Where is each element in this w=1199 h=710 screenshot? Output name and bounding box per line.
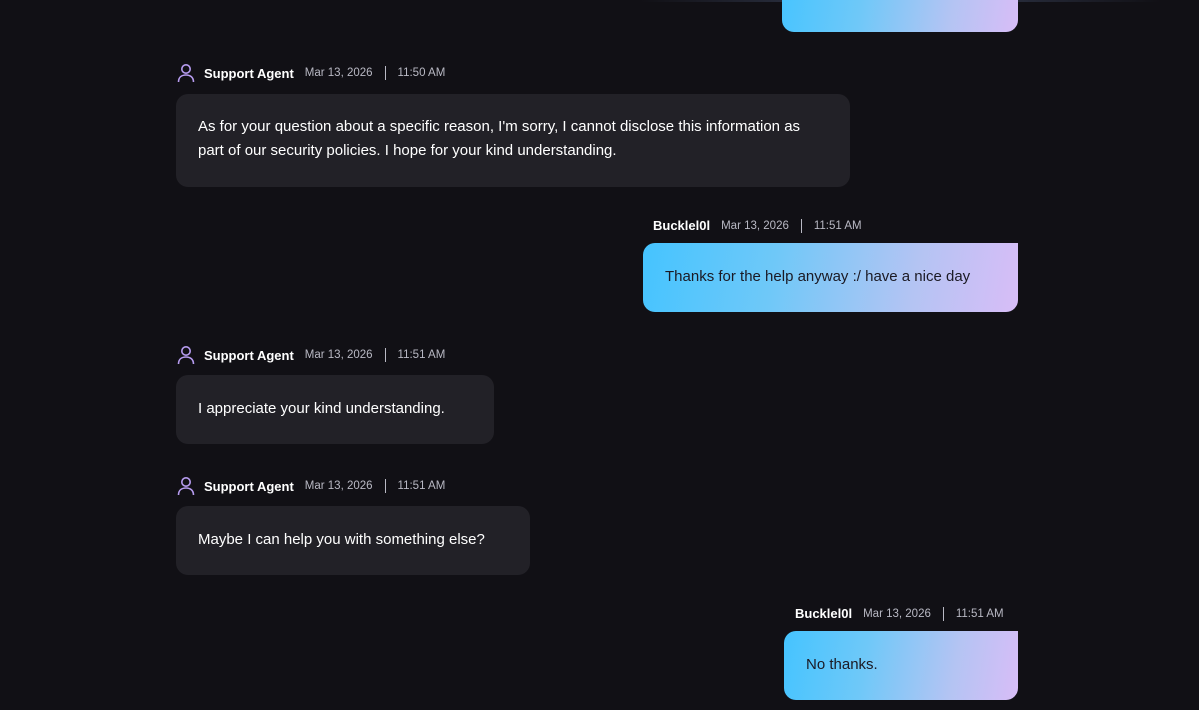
agent-message-bubble: As for your question about a specific re… xyxy=(176,94,850,187)
user-message-bubble: Thanks for the help anyway :/ have a nic… xyxy=(643,243,1018,312)
user-icon xyxy=(177,63,195,83)
message-time: 11:51 AM xyxy=(813,219,862,232)
message-date: Mar 13, 2026 xyxy=(304,480,373,492)
message-time: 11:51 AM xyxy=(955,607,1004,620)
message-date: Mar 13, 2026 xyxy=(863,607,931,620)
meta-separator xyxy=(384,66,386,80)
message-time: 11:51 AM xyxy=(397,349,446,361)
message-date: Mar 13, 2026 xyxy=(304,67,373,79)
chat-transcript: Support Agent Mar 13, 2026 11:50 AM As f… xyxy=(0,0,1199,710)
message-meta: Support Agent Mar 13, 2026 11:51 AM xyxy=(177,345,445,365)
meta-separator xyxy=(942,606,944,621)
meta-separator xyxy=(384,348,386,362)
message-time: 11:50 AM xyxy=(397,67,446,79)
author-name: Bucklel0l xyxy=(795,606,853,621)
meta-separator xyxy=(384,479,386,493)
user-icon xyxy=(177,476,195,496)
author-name: Support Agent xyxy=(204,478,294,494)
message-meta: Bucklel0l Mar 13, 2026 11:51 AM xyxy=(653,218,862,233)
agent-message-bubble: Maybe I can help you with something else… xyxy=(176,506,530,575)
user-message-bubble: No thanks. xyxy=(784,631,1018,700)
message-date: Mar 13, 2026 xyxy=(721,219,789,232)
user-message-bubble-partial xyxy=(782,0,1018,32)
message-date: Mar 13, 2026 xyxy=(304,349,373,361)
message-meta: Bucklel0l Mar 13, 2026 11:51 AM xyxy=(795,606,1004,621)
message-time: 11:51 AM xyxy=(397,480,446,492)
meta-separator xyxy=(800,218,802,233)
message-meta: Support Agent Mar 13, 2026 11:51 AM xyxy=(177,476,445,496)
message-meta: Support Agent Mar 13, 2026 11:50 AM xyxy=(177,63,445,83)
author-name: Support Agent xyxy=(204,347,294,363)
user-icon xyxy=(177,345,195,365)
author-name: Bucklel0l xyxy=(653,218,711,233)
author-name: Support Agent xyxy=(204,65,294,81)
agent-message-bubble: I appreciate your kind understanding. xyxy=(176,375,494,444)
